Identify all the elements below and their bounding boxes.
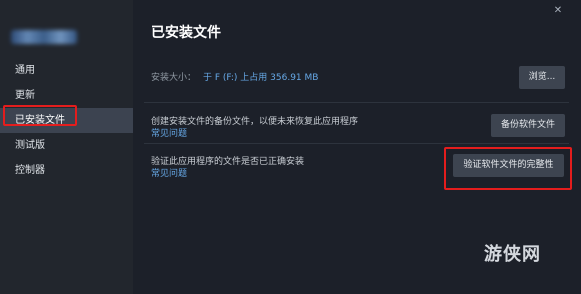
properties-dialog: 通用 更新 已安装文件 测试版 控制器 ✕ 已安装文件 安装大小： 于 F (F… [0,0,581,294]
install-size-label: 安装大小： [151,73,197,83]
sidebar: 通用 更新 已安装文件 测试版 控制器 [0,0,133,294]
backup-faq-link[interactable]: 常见问题 [151,126,187,139]
watermark: 游侠网 [484,244,541,265]
verify-faq-link[interactable]: 常见问题 [151,166,187,179]
highlight-box-verify-button [444,147,572,190]
backup-files-button[interactable]: 备份软件文件 [491,114,565,137]
highlight-box-installed-files [3,105,77,126]
app-logo-blurred [11,30,77,44]
divider [144,143,569,144]
sidebar-item-betas[interactable]: 测试版 [0,133,133,158]
sidebar-item-general[interactable]: 通用 [0,58,133,83]
browse-button[interactable]: 浏览... [519,66,565,89]
install-size-value: 于 F (F:) 上占用 356.91 MB [203,73,319,83]
divider [144,102,569,103]
page-title: 已安装文件 [151,25,221,41]
close-icon[interactable]: ✕ [551,4,565,18]
sidebar-item-controller[interactable]: 控制器 [0,158,133,183]
